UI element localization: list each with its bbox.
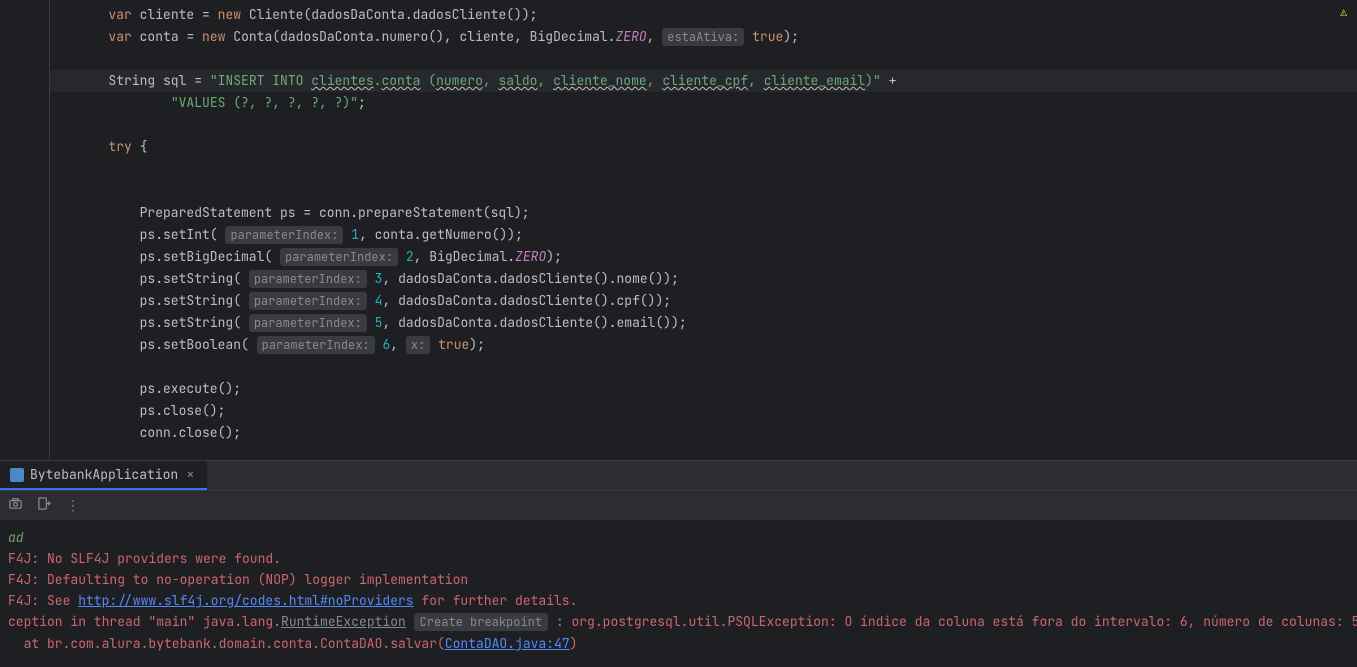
console-panel: BytebankApplication × ⋮ ad F4J: No SLF4J… <box>0 460 1357 667</box>
close-icon[interactable]: × <box>184 466 196 484</box>
code-line[interactable]: PreparedStatement ps = conn.prepareState… <box>50 202 1357 224</box>
code-line[interactable]: "VALUES (?, ?, ?, ?, ?)"; <box>50 92 1357 114</box>
code-line[interactable]: ps.setBoolean( parameterIndex: 6, x: tru… <box>50 334 1357 356</box>
console-line: F4J: No SLF4J providers were found. <box>8 548 1349 569</box>
code-line[interactable] <box>50 356 1357 378</box>
code-content[interactable]: ⚠ var cliente = new Cliente(dadosDaConta… <box>50 0 1357 460</box>
more-icon[interactable]: ⋮ <box>66 497 80 515</box>
source-link[interactable]: ContaDAO.java:47 <box>445 635 570 652</box>
create-breakpoint-button[interactable]: Create breakpoint <box>414 613 548 631</box>
console-line: ception in thread "main" java.lang.Runti… <box>8 611 1349 633</box>
run-tab[interactable]: BytebankApplication × <box>0 461 207 490</box>
tab-label: BytebankApplication <box>30 466 178 483</box>
code-line[interactable]: ps.setString( parameterIndex: 5, dadosDa… <box>50 312 1357 334</box>
code-line[interactable]: ps.execute(); <box>50 378 1357 400</box>
warning-icon[interactable]: ⚠ <box>1340 2 1347 24</box>
console-line: F4J: See http://www.slf4j.org/codes.html… <box>8 590 1349 611</box>
code-line[interactable] <box>50 48 1357 70</box>
code-line[interactable] <box>50 180 1357 202</box>
code-line[interactable] <box>50 158 1357 180</box>
code-line[interactable]: conn.close(); <box>50 422 1357 444</box>
code-editor[interactable]: ⚠ var cliente = new Cliente(dadosDaConta… <box>0 0 1357 460</box>
console-output[interactable]: ad F4J: No SLF4J providers were found. F… <box>0 521 1357 660</box>
code-line[interactable]: ps.close(); <box>50 400 1357 422</box>
code-line-highlighted[interactable]: String sql = "INSERT INTO clientes.conta… <box>50 70 1357 92</box>
exit-icon[interactable] <box>37 496 52 516</box>
console-line: F4J: Defaulting to no-operation (NOP) lo… <box>8 569 1349 590</box>
code-line[interactable]: ps.setInt( parameterIndex: 1, conta.getN… <box>50 224 1357 246</box>
code-line[interactable]: ps.setString( parameterIndex: 3, dadosDa… <box>50 268 1357 290</box>
run-config-icon <box>10 468 24 482</box>
code-line[interactable]: var cliente = new Cliente(dadosDaConta.d… <box>50 4 1357 26</box>
console-line: at br.com.alura.bytebank.domain.conta.Co… <box>8 633 1349 654</box>
console-toolbar: ⋮ <box>0 491 1357 521</box>
screenshot-icon[interactable] <box>8 496 23 516</box>
code-line[interactable]: var conta = new Conta(dadosDaConta.numer… <box>50 26 1357 48</box>
editor-gutter[interactable] <box>0 0 50 460</box>
code-line[interactable] <box>50 114 1357 136</box>
code-line[interactable]: ps.setBigDecimal( parameterIndex: 2, Big… <box>50 246 1357 268</box>
code-line[interactable]: ps.setString( parameterIndex: 4, dadosDa… <box>50 290 1357 312</box>
console-tab-bar: BytebankApplication × <box>0 461 1357 491</box>
console-line: ad <box>8 527 1349 548</box>
slf4j-link[interactable]: http://www.slf4j.org/codes.html#noProvid… <box>78 592 413 609</box>
code-line[interactable]: try { <box>50 136 1357 158</box>
